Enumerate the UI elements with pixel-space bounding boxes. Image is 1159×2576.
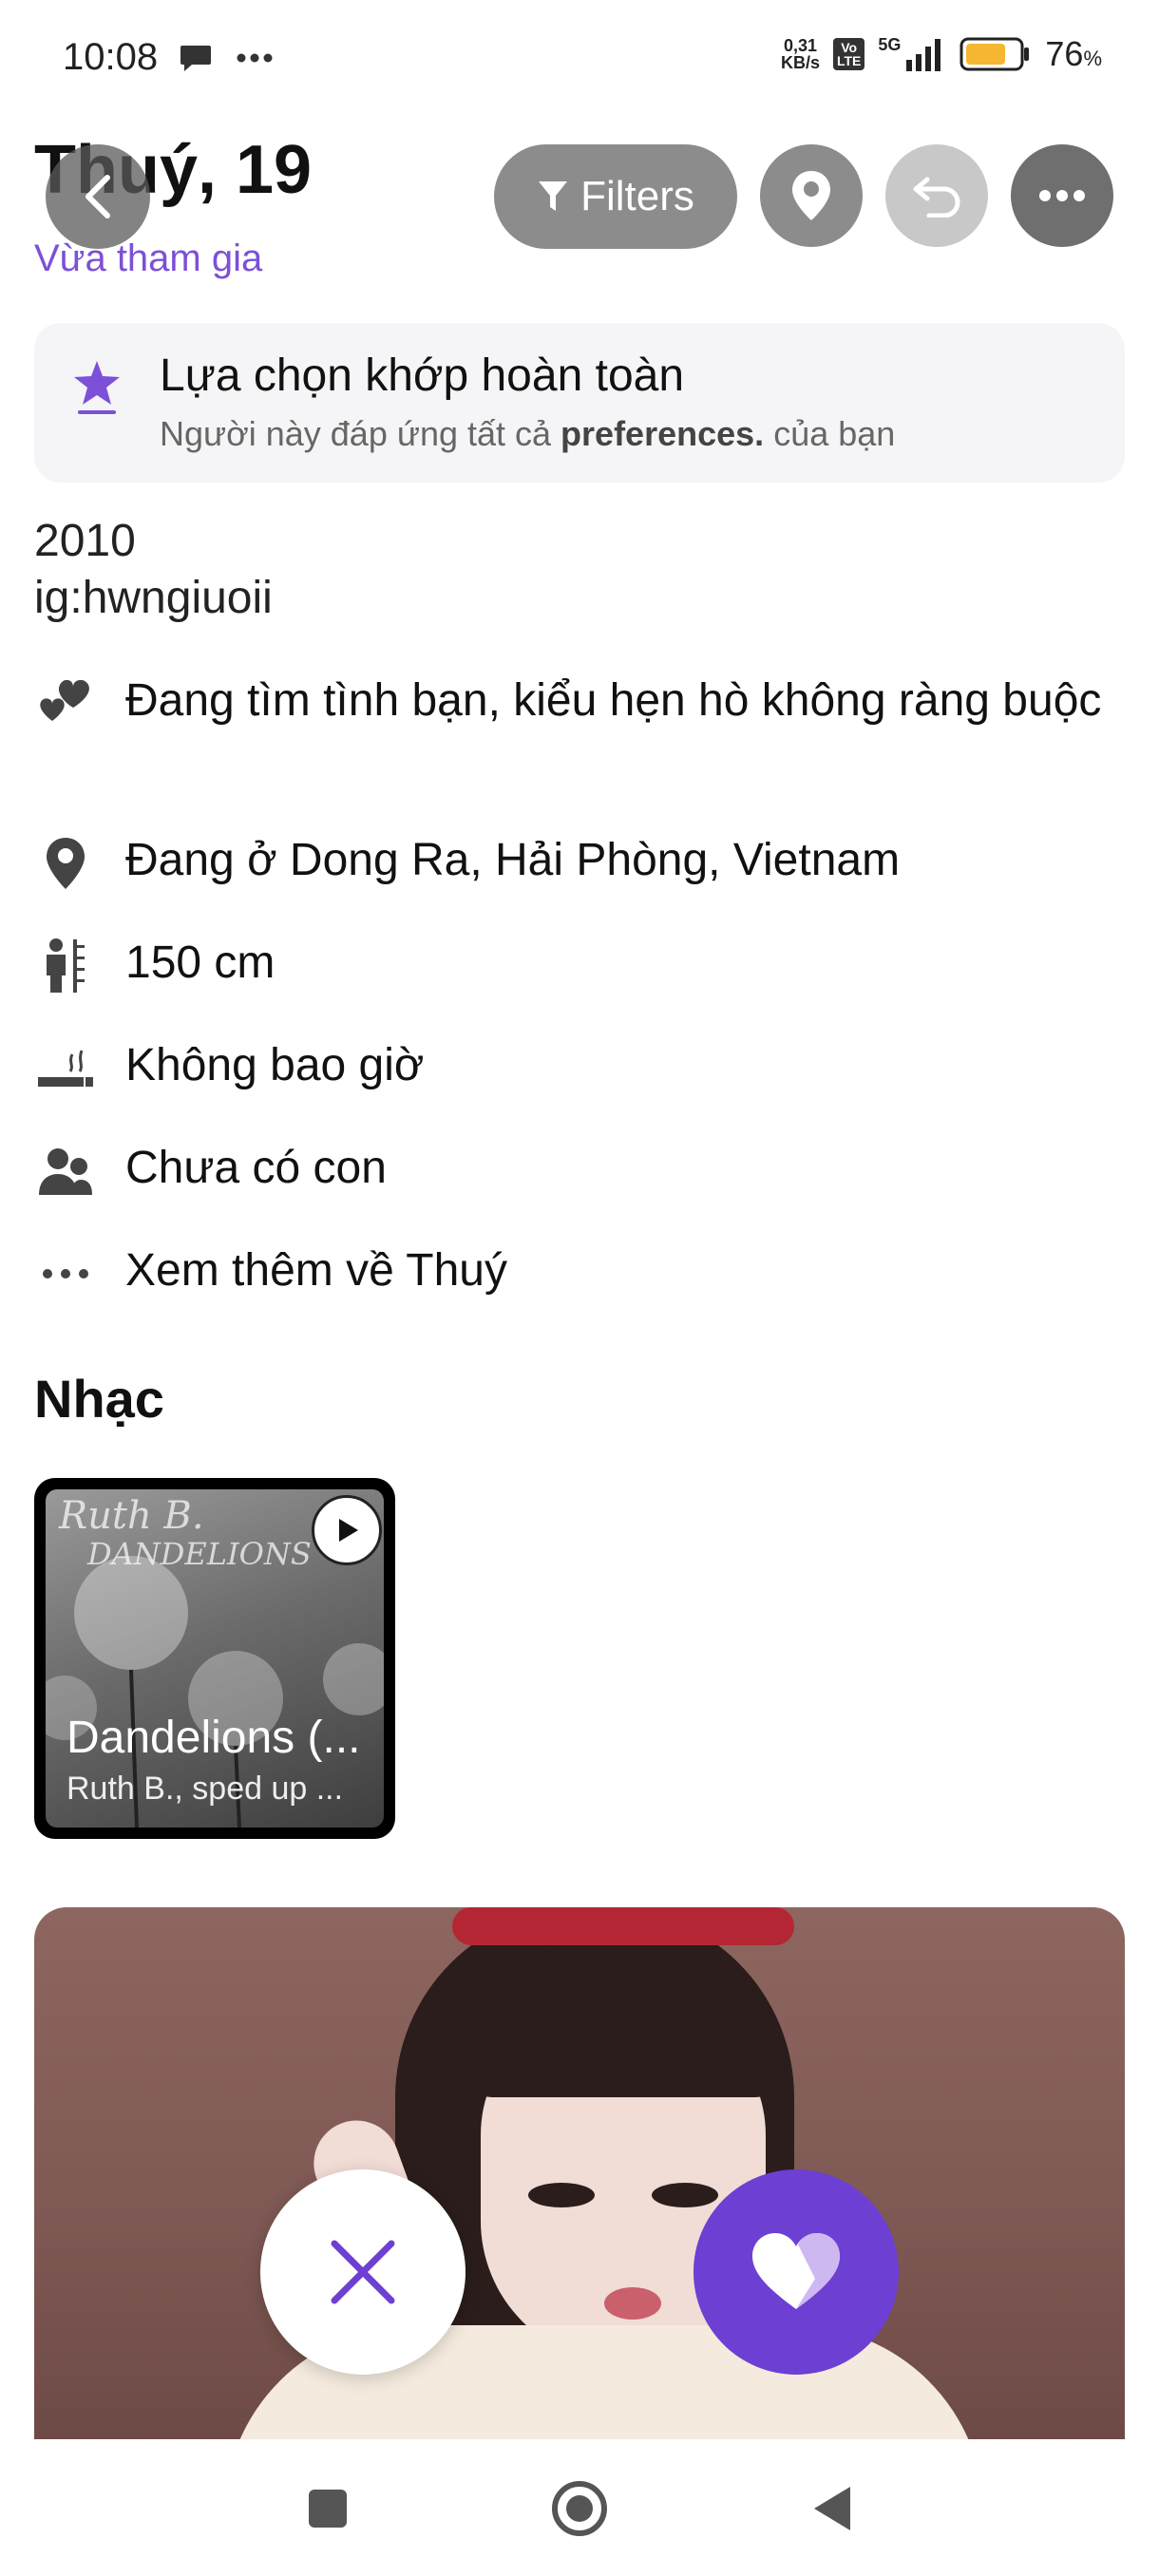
attribute-text: Chưa có con [125,1143,387,1193]
more-options-button[interactable] [1011,144,1113,247]
match-subtitle: Người này đáp ứng tất cả preferences. củ… [160,414,896,453]
filters-label: Filters [580,173,694,219]
network-speed: 0,31 KB/s [780,36,820,72]
attribute-relationship: Đang tìm tình bạn, kiểu hẹn hò không ràn… [34,672,1117,735]
heart-icon [752,2233,840,2309]
filter-icon [539,181,568,211]
see-more-about[interactable]: Xem thêm về Thuý [34,1242,1117,1305]
perfect-match-card: Lựa chọn khớp hoàn toàn Người này đáp ứn… [34,323,1125,483]
system-nav-bar [0,2441,1159,2576]
star-badge-icon [74,361,120,414]
play-icon [339,1519,358,1542]
height-icon [47,938,85,993]
attribute-text: Không bao giờ [125,1040,425,1090]
music-card[interactable]: Ruth B. DANDELIONS Dandelions (... Ruth … [34,1478,395,1839]
chevron-left-icon [86,175,110,218]
bio-line: ig:hwngiuoii [34,573,273,623]
volte-badge: Vo LTE [832,38,865,70]
home-circle-icon [552,2481,607,2536]
attribute-text: Xem thêm về Thuý [125,1245,507,1296]
back-nav-button[interactable] [798,2475,864,2542]
more-dots-icon [43,1269,88,1279]
status-left-icons [179,42,274,74]
home-button[interactable] [546,2475,613,2542]
chat-notification-icon [180,46,211,71]
like-button[interactable] [694,2169,899,2375]
attribute-children: Chưa có con [34,1140,1117,1203]
bio-line: 2010 [34,516,136,566]
joined-status: Vừa tham gia [34,237,263,279]
triangle-back-icon [814,2487,850,2530]
undo-button[interactable] [885,144,988,247]
song-artist: Ruth B., sped up ... [66,1771,344,1807]
status-bar: 10:08 0,31 KB/s Vo LTE 5G 76% [0,0,1159,114]
battery-icon [960,37,1030,71]
square-icon [309,2490,347,2528]
hearts-icon [40,679,89,721]
album-art-text: Ruth B. DANDELIONS [59,1494,312,1572]
attribute-height: 150 cm [34,935,1117,997]
smoking-icon [38,1050,93,1087]
match-title: Lựa chọn khớp hoàn toàn [160,350,685,401]
bio-text: 2010 ig:hwngiuoii [34,513,273,627]
dislike-button[interactable] [260,2169,466,2375]
more-notifications-icon [237,53,273,63]
recent-apps-button[interactable] [294,2475,361,2542]
attribute-location: Đang ở Dong Ra, Hải Phòng, Vietnam [34,832,1117,895]
more-horizontal-icon [1039,190,1085,201]
play-button[interactable] [312,1495,382,1565]
close-icon [331,2240,395,2304]
battery-percent: 76% [1045,34,1102,73]
location-pin-icon [792,171,830,220]
attribute-smoking: Không bao giờ [34,1037,1117,1100]
attribute-text: Đang tìm tình bạn, kiểu hẹn hò không ràn… [125,675,1102,726]
music-section-title: Nhạc [34,1369,164,1429]
back-button[interactable] [46,144,150,249]
signal-bars-icon [906,39,941,71]
attribute-text: Đang ở Dong Ra, Hải Phòng, Vietnam [125,835,901,885]
people-icon [39,1148,92,1195]
profile-photo [34,1907,1125,2439]
status-right-icons: 0,31 KB/s Vo LTE 5G 76% [781,34,1102,74]
attribute-text: 150 cm [125,938,276,988]
filters-button[interactable]: Filters [494,144,737,249]
signal-indicator: 5G [878,35,946,73]
song-title: Dandelions (... [66,1713,361,1763]
status-time: 10:08 [63,36,159,78]
undo-icon [913,177,960,218]
location-button[interactable] [760,144,863,247]
location-pin-icon [47,838,85,889]
